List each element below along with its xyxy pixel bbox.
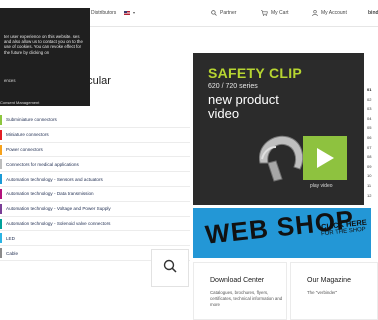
slide-number[interactable]: 06	[367, 135, 378, 145]
slide-number[interactable]: 03	[367, 106, 378, 116]
list-item[interactable]: Subminiature connectors	[0, 113, 190, 128]
play-video-button[interactable]	[303, 136, 347, 180]
search-button[interactable]	[151, 249, 189, 287]
list-item[interactable]: Automation technology - Solenoid valve c…	[0, 217, 190, 232]
account-label: My Account	[321, 10, 347, 16]
slide-number[interactable]: 12	[367, 193, 378, 203]
user-icon	[312, 10, 318, 16]
cookie-text: ter user experience on this website. ses…	[4, 34, 83, 55]
language-selector[interactable]: ▾	[124, 10, 135, 15]
search-icon	[211, 10, 217, 16]
list-item[interactable]: Power connectors	[0, 143, 190, 158]
cart-label: My Cart	[271, 10, 289, 16]
account-link[interactable]: My Account	[312, 10, 347, 16]
brand-logo[interactable]: bind	[368, 10, 378, 16]
promo-line-2: video	[208, 106, 240, 121]
slide-number[interactable]: 09	[367, 164, 378, 174]
search-icon	[163, 259, 177, 278]
card-title: Download Center	[210, 277, 265, 284]
distributors-link[interactable]: Distributors	[91, 10, 116, 16]
slide-number[interactable]: 04	[367, 116, 378, 126]
promo-line-1: new product	[208, 92, 279, 107]
slide-number[interactable]: 01	[367, 87, 378, 97]
list-item[interactable]: Automation technology - Sensors and actu…	[0, 172, 190, 187]
card-text: Catalogues, brochures, flyers, certifica…	[210, 290, 283, 307]
webshop-banner[interactable]: WEB SHOP CLICK HERE FOR THE SHOP	[193, 208, 371, 258]
cookie-preferences-link[interactable]: ences	[4, 78, 15, 83]
play-video-label: play video	[310, 183, 333, 189]
video-promo[interactable]: SAFETY CLIP 620 / 720 series new product…	[193, 53, 364, 205]
cart-link[interactable]: My Cart	[261, 10, 289, 16]
us-flag-icon	[124, 10, 130, 15]
slide-number[interactable]: 07	[367, 145, 378, 155]
partner-link[interactable]: Partner	[211, 10, 236, 16]
list-item[interactable]: Automation technology - Voltage and Powe…	[0, 202, 190, 217]
list-item[interactable]: Connectors for medical applications	[0, 157, 190, 173]
slide-pagination: 01 02 03 04 05 06 07 08 09 10 11 12	[367, 87, 378, 202]
consent-management-link[interactable]: Consent Management	[0, 100, 39, 105]
magazine-card[interactable]: Our Magazine The "verbinder"	[290, 262, 378, 320]
download-center-card[interactable]: Download Center Catalogues, brochures, f…	[193, 262, 287, 320]
connector-list: Subminiature connectors Miniature connec…	[0, 113, 190, 261]
list-item[interactable]: Miniature connectors	[0, 128, 190, 143]
cart-icon	[261, 10, 268, 16]
partner-label: Partner	[220, 10, 237, 16]
slide-number[interactable]: 08	[367, 154, 378, 164]
list-item[interactable]: Automation technology - Data transmissio…	[0, 187, 190, 202]
card-title: Our Magazine	[307, 277, 351, 284]
slide-number[interactable]: 02	[367, 97, 378, 107]
card-text: The "verbinder"	[307, 290, 338, 295]
play-icon	[317, 148, 334, 168]
slide-number[interactable]: 05	[367, 125, 378, 135]
promo-title: SAFETY CLIP	[208, 65, 303, 81]
list-item[interactable]: LED	[0, 231, 190, 247]
cookie-banner: ter user experience on this website. ses…	[0, 8, 90, 106]
slide-number[interactable]: 10	[367, 173, 378, 183]
chevron-down-icon: ▾	[133, 10, 136, 15]
promo-series: 620 / 720 series	[208, 83, 258, 90]
slide-number[interactable]: 11	[367, 183, 378, 193]
